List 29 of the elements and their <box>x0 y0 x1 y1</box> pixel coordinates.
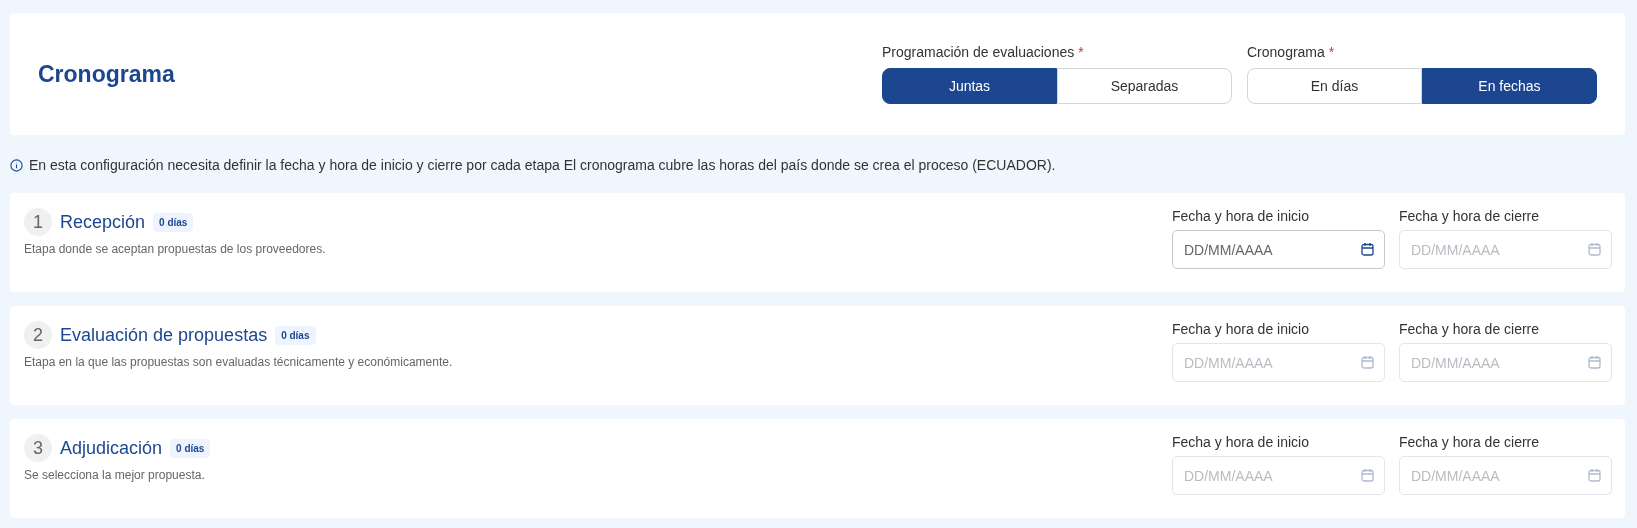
info-icon <box>10 158 23 172</box>
stage-number: 1 <box>24 208 52 236</box>
stage-number: 3 <box>24 434 52 462</box>
field-label: Fecha y hora de cierre <box>1399 321 1541 337</box>
stage-number: 2 <box>24 321 52 349</box>
info-text: En esta configuración necesita definir la fecha y hora de inicio y cierre por cada etapa El cronograma cubre las horas del país donde se crea el proceso (ECUADOR). <box>29 157 1056 173</box>
segment-button[interactable]: En días <box>1247 68 1422 104</box>
field-label: Fecha y hora de inicio <box>1172 208 1310 224</box>
field-label: Fecha y hora de cierre <box>1399 434 1541 450</box>
toggle-label: Cronograma * <box>1247 44 1336 60</box>
duration-badge: 0 días <box>275 325 316 345</box>
stage-name: Evaluación de propuestas <box>60 324 268 346</box>
segment-button[interactable]: Separadas <box>1057 68 1232 104</box>
stage-description: Se selecciona la mejor propuesta. <box>24 468 206 482</box>
calendar-icon[interactable] <box>1361 242 1374 256</box>
stage-description: Etapa en la que las propuestas son evaluadas técnicamente y económicamente. <box>24 355 453 369</box>
stage-description: Etapa donde se aceptan propuestas de los proveedores. <box>24 242 326 256</box>
field-label: Fecha y hora de cierre <box>1399 208 1541 224</box>
segment-button[interactable]: En fechas <box>1422 68 1597 104</box>
field-label: Fecha y hora de inicio <box>1172 434 1310 450</box>
toggle-label: Programación de evaluaciones * <box>882 44 1085 60</box>
duration-badge: 0 días <box>153 212 194 232</box>
date-field[interactable]: DD/MM/AAAA <box>1172 230 1385 269</box>
field-label: Fecha y hora de inicio <box>1172 321 1310 337</box>
duration-badge: 0 días <box>170 438 211 458</box>
stage-name: Adjudicación <box>60 437 163 459</box>
page-title: Cronograma <box>38 60 175 88</box>
segment-button[interactable]: Juntas <box>882 68 1057 104</box>
stage-name: Recepción <box>60 211 146 233</box>
